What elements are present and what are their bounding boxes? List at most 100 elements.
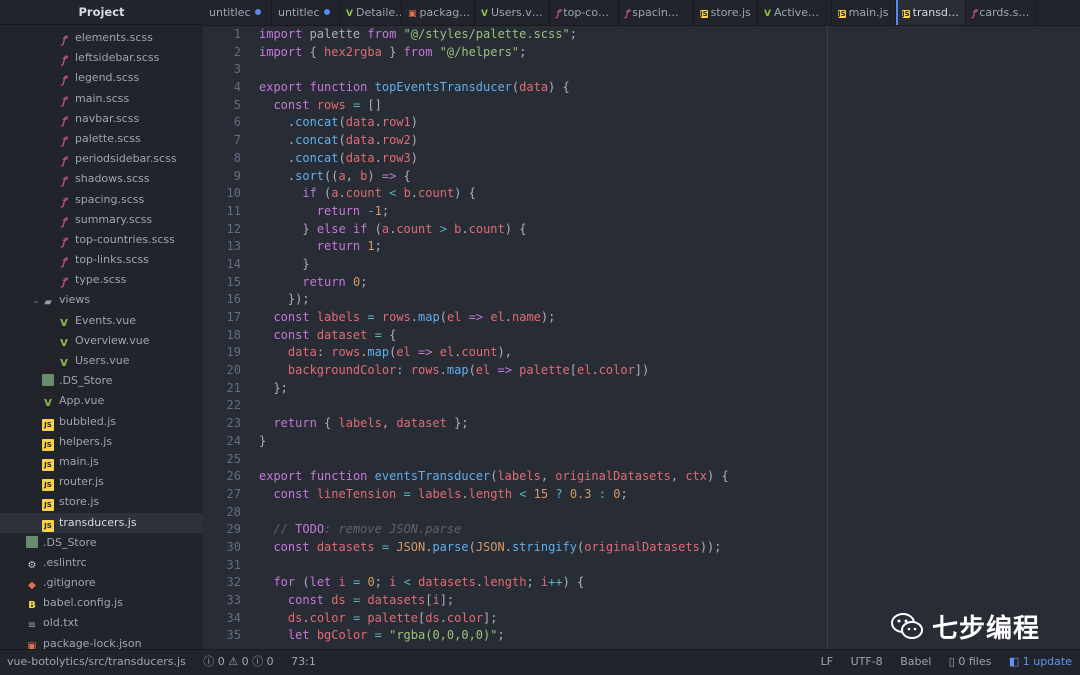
tree-item[interactable]: ⚙ .eslintrc — [0, 553, 203, 573]
tree-item[interactable]: ꝭ navbar.scss — [0, 109, 203, 129]
editor-tab[interactable]: untitlec — [272, 0, 340, 25]
tree-item[interactable]: ꝭ leftsidebar.scss — [0, 48, 203, 68]
tree-item[interactable]: ◆ .gitignore — [0, 573, 203, 593]
tree-item[interactable]: ꝭ periodsidebar.scss — [0, 149, 203, 169]
editor-tab[interactable]: JS store.js — [694, 0, 758, 25]
code-line[interactable] — [259, 451, 1080, 469]
tree-item[interactable]: V Events.vue — [0, 311, 203, 331]
editor-tab[interactable]: untitlec — [203, 0, 272, 25]
tree-item[interactable]: ꝭ palette.scss — [0, 129, 203, 149]
code-line[interactable]: .concat(data.row2) — [259, 132, 1080, 150]
tree-item[interactable]: ꝭ spacing.scss — [0, 190, 203, 210]
code-line[interactable] — [259, 61, 1080, 79]
tree-item[interactable]: .DS_Store — [0, 371, 203, 391]
tree-item[interactable]: JS router.js — [0, 472, 203, 492]
chevron-down-icon[interactable]: ⌄ — [32, 291, 42, 311]
code-token: }); — [287, 292, 310, 307]
code-line[interactable] — [259, 397, 1080, 415]
tree-item[interactable]: ꝭ elements.scss — [0, 28, 203, 48]
update-indicator[interactable]: ◧ 1 update — [1009, 655, 1072, 668]
editor-tab[interactable]: V Detaile… — [340, 0, 402, 25]
code-line[interactable]: return 0; — [259, 274, 1080, 292]
tree-item[interactable]: ꝭ legend.scss — [0, 68, 203, 88]
code-line[interactable]: const labels = rows.map(el => el.name); — [259, 309, 1080, 327]
code-line[interactable]: .concat(data.row1) — [259, 114, 1080, 132]
file-path[interactable]: vue-botolytics/src/transducers.js — [7, 655, 186, 668]
tree-item[interactable]: JS transducers.js — [0, 512, 203, 533]
code-line[interactable]: .sort((a, b) => { — [259, 168, 1080, 186]
code-line[interactable]: return -1; — [259, 203, 1080, 221]
code-line[interactable]: import { hex2rgba } from "@/helpers"; — [259, 44, 1080, 62]
tree-item[interactable]: Bbabel.config.js — [0, 593, 203, 613]
tree-item[interactable]: ▣ package-lock.json — [0, 634, 203, 650]
editor-tab[interactable]: V Active… — [758, 0, 832, 25]
tree-item[interactable]: ꝭ main.scss — [0, 89, 203, 109]
code-line[interactable]: } — [259, 433, 1080, 451]
code-line[interactable]: backgroundColor: rows.map(el => palette[… — [259, 362, 1080, 380]
code-line[interactable]: }; — [259, 380, 1080, 398]
editor-tab[interactable]: V Users.v… — [475, 0, 550, 25]
editor-tab[interactable]: ꝭ cards.s… — [966, 0, 1036, 25]
editor-tab[interactable]: JS main.js — [832, 0, 896, 25]
modified-dot-icon[interactable] — [254, 9, 261, 15]
encoding-selector[interactable]: UTF-8 — [851, 655, 883, 668]
tree-item[interactable]: ꝭ top-links.scss — [0, 250, 203, 270]
line-number: 2 — [233, 44, 241, 59]
git-status[interactable]: ▯ 0 files — [949, 655, 992, 668]
cursor-position[interactable]: 73:1 — [291, 655, 316, 668]
code-line[interactable]: const dataset = { — [259, 327, 1080, 345]
tree-item[interactable]: JS bubbled.js — [0, 412, 203, 432]
editor-tab[interactable]: ꝭ spacin… — [619, 0, 694, 25]
code-line[interactable]: return 1; — [259, 238, 1080, 256]
code-line[interactable] — [259, 557, 1080, 575]
code-token: i — [338, 575, 346, 590]
tree-item[interactable]: JS helpers.js — [0, 432, 203, 452]
text-editor[interactable]: 1 2 3 4 5 6 7 8 9 10 11 12 13 14 15 16 17 18 19 20 21 22 23 24 2… — [203, 26, 1080, 650]
code-line[interactable]: } — [259, 256, 1080, 274]
code-line[interactable]: const rows = [] — [259, 97, 1080, 115]
code-line[interactable]: export function eventsTransducer(labels,… — [259, 468, 1080, 486]
editor-tab[interactable]: ▣ packag… — [402, 0, 475, 25]
tree-item[interactable]: V App.vue — [0, 391, 203, 411]
code-line[interactable] — [259, 504, 1080, 522]
code-line[interactable]: const datasets = JSON.parse(JSON.stringi… — [259, 539, 1080, 557]
code-token: data — [345, 115, 375, 130]
tree-item[interactable]: .DS_Store — [0, 533, 203, 553]
grammar-selector[interactable]: Babel — [900, 655, 931, 668]
code-line[interactable]: export function topEventsTransducer(data… — [259, 79, 1080, 97]
editor-tab[interactable]: ꝭ top-co… — [550, 0, 619, 25]
line-ending-selector[interactable]: LF — [821, 655, 833, 668]
code-token: ? — [555, 486, 563, 501]
tree-item[interactable]: JS store.js — [0, 492, 203, 512]
code-line[interactable]: import palette from "@/styles/palette.sc… — [259, 26, 1080, 44]
code-line[interactable]: data: rows.map(el => el.count), — [259, 344, 1080, 362]
code-line[interactable]: const lineTension = labels.length < 15 ?… — [259, 486, 1080, 504]
code-token: . — [259, 168, 296, 183]
tree-item[interactable]: ꝭ summary.scss — [0, 210, 203, 230]
tree-item[interactable]: ⌄ ▰ views — [0, 290, 203, 310]
tree-item[interactable]: JS main.js — [0, 452, 203, 472]
code-line[interactable]: }); — [259, 291, 1080, 309]
tree-item[interactable]: ≡ old.txt — [0, 613, 203, 633]
diagnostics-summary[interactable]: ⓘ 0 ⚠ 0 ⓘ 0 — [203, 655, 277, 668]
code-token: ; — [519, 44, 527, 59]
tree-item[interactable]: ꝭ shadows.scss — [0, 169, 203, 189]
tree-item[interactable]: V Users.vue — [0, 351, 203, 371]
line-number: 31 — [226, 557, 241, 572]
code-line[interactable]: .concat(data.row3) — [259, 150, 1080, 168]
tree-item[interactable]: V Overview.vue — [0, 331, 203, 351]
tree-item[interactable]: ꝭ top-countries.scss — [0, 230, 203, 250]
code-area[interactable]: import palette from "@/styles/palette.sc… — [259, 26, 1080, 645]
editor-tab[interactable]: JS transd… — [896, 0, 966, 25]
modified-dot-icon[interactable] — [323, 9, 330, 15]
code-line[interactable]: } else if (a.count > b.count) { — [259, 221, 1080, 239]
line-number: 24 — [226, 433, 241, 448]
code-token: const — [273, 539, 310, 554]
code-line[interactable]: if (a.count < b.count) { — [259, 185, 1080, 203]
code-line[interactable]: for (let i = 0; i < datasets.length; i++… — [259, 574, 1080, 592]
tree-item[interactable]: ꝭ type.scss — [0, 270, 203, 290]
code-line[interactable]: return { labels, dataset }; — [259, 415, 1080, 433]
code-line[interactable]: // TODO: remove JSON.parse — [259, 521, 1080, 539]
